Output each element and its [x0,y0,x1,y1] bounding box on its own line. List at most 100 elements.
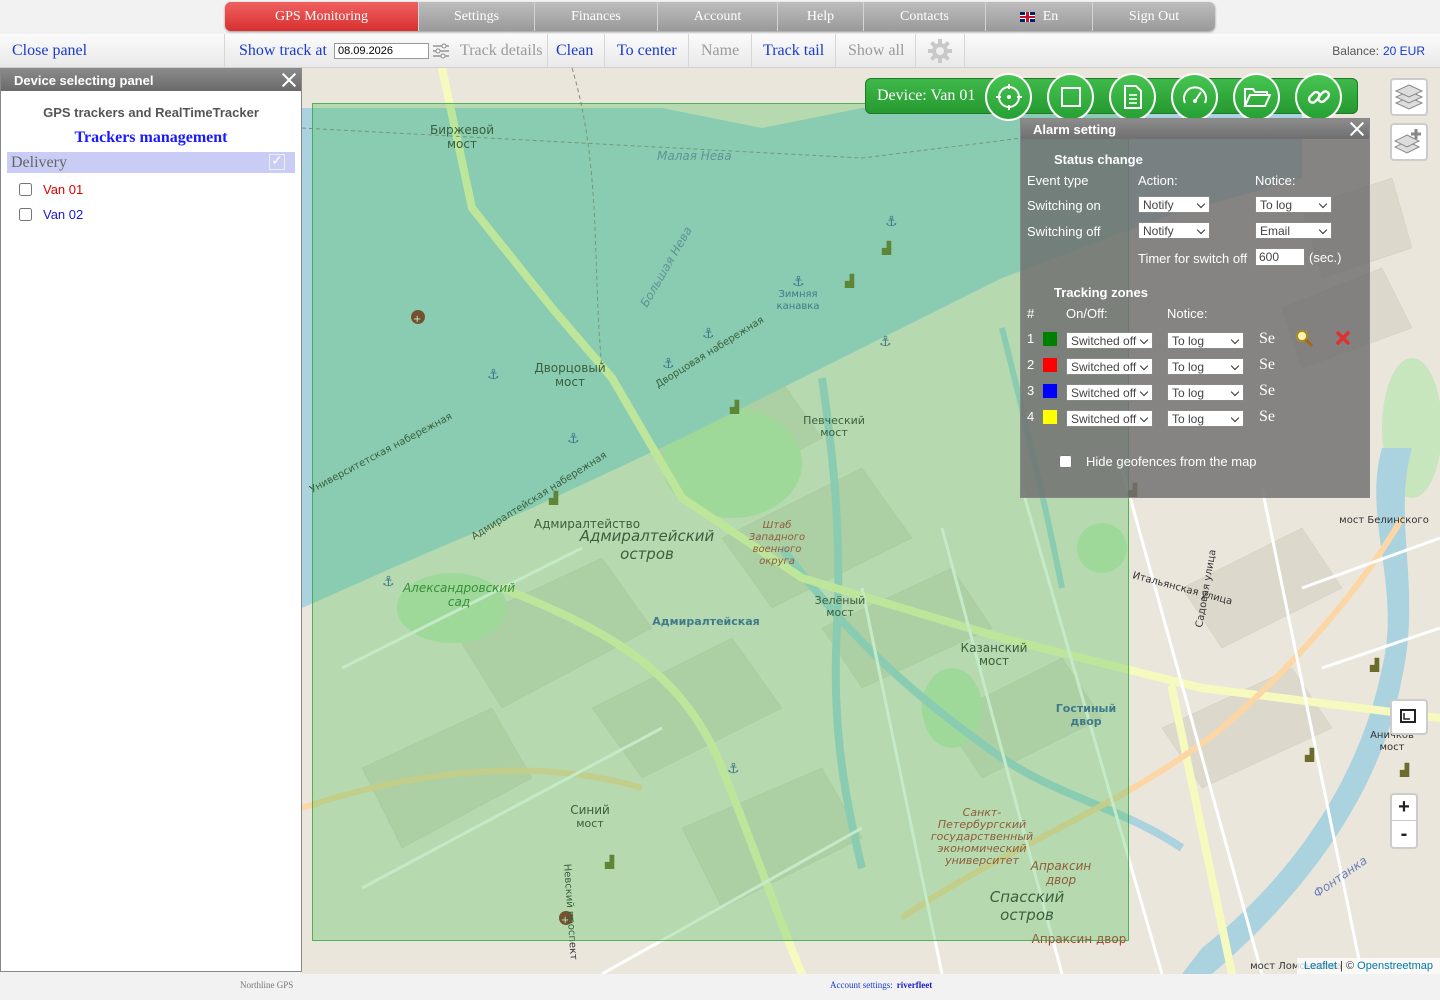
language-label: En [1042,8,1059,24]
zone-notice-select[interactable]: To log [1167,358,1244,375]
account-settings-label: Account settings: [830,980,893,990]
toolbar-divider [835,34,836,67]
top-menu: GPS Monitoring Settings Finances Account… [225,2,1215,31]
magnifier-icon[interactable] [1295,329,1314,350]
speedometer-icon[interactable] [1171,73,1219,121]
panel-header: Device selecting panel [1,69,301,91]
group-delivery[interactable]: Delivery ✓ [7,152,295,173]
zone-settings-link[interactable]: Se [1259,382,1275,400]
close-icon[interactable] [280,71,298,89]
zone-number: 3 [1027,383,1035,398]
toolbar-divider [964,34,965,67]
timer-input[interactable]: 600 [1255,248,1305,266]
hide-geofences-checkbox[interactable] [1059,455,1072,468]
device-toolbar: Device: Van 01 [865,73,1358,121]
show-track-at-link[interactable]: Show track at [239,34,429,67]
name-link[interactable]: Name [701,34,739,67]
group-name: Delivery [11,153,67,171]
zoom-out-button[interactable]: - [1392,821,1416,847]
add-layer-icon[interactable] [1390,123,1428,161]
map-label: мост [1380,742,1405,753]
trackers-management-link[interactable]: Trackers management [1,129,301,147]
fullscreen-icon[interactable] [1390,699,1428,735]
track-details-link[interactable]: Track details [460,34,543,67]
tracker-checkbox[interactable] [19,183,32,196]
link-icon[interactable] [1295,73,1342,121]
show-all-link[interactable]: Show all [848,34,904,67]
footer-brand: Northline GPS [240,980,294,990]
tracker-name[interactable]: Van 01 [43,182,83,197]
zoom-control: + - [1390,793,1418,849]
track-tail-link[interactable]: Track tail [763,34,824,67]
zone-state-select[interactable]: Switched off [1066,410,1153,427]
toolbar-divider [751,34,752,67]
account-settings: Account settings: riverfleet [830,980,932,990]
zone-state-select[interactable]: Switched off [1066,358,1153,375]
switching-on-action-select[interactable]: Notify [1138,196,1210,213]
zone-settings-link[interactable]: Se [1259,356,1275,374]
svg-text:▟: ▟ [1399,762,1410,777]
openstreetmap-link[interactable]: Openstreetmap [1357,960,1433,972]
footer: Northline GPS Account settings: riverflee… [0,974,1440,1000]
zones-onoff-header: On/Off: [1066,306,1108,321]
menu-contacts[interactable]: Contacts [864,2,986,31]
account-settings-value[interactable]: riverfleet [897,980,932,990]
zone-state-select[interactable]: Switched off [1066,332,1153,349]
switching-off-notice-select[interactable]: Email [1255,222,1332,239]
menu-finances[interactable]: Finances [535,2,658,31]
group-checkbox[interactable]: ✓ [269,154,285,170]
delete-icon[interactable] [1335,330,1351,349]
clean-link[interactable]: Clean [556,34,593,67]
timer-unit: (sec.) [1309,250,1342,265]
tracker-name[interactable]: Van 02 [43,207,83,222]
zones-notice-header: Notice: [1167,306,1208,321]
track-date-input[interactable] [333,42,429,59]
tracker-item[interactable]: Van 02 [1,202,301,227]
menu-gps-monitoring[interactable]: GPS Monitoring [225,2,419,31]
switching-off-label: Switching off [1027,224,1101,239]
switching-on-notice-select[interactable]: To log [1255,196,1332,213]
balance-value[interactable]: 20 EUR [1383,44,1425,58]
toolbar-divider [224,34,225,67]
menu-sign-out[interactable]: Sign Out [1093,2,1215,31]
zone-notice-select[interactable]: To log [1167,410,1244,427]
document-icon[interactable] [1109,73,1157,121]
zone-notice-select[interactable]: To log [1167,332,1244,349]
map[interactable]: ⚓⚓⚓⚓⚓⚓⚓⚓⚓ ▟▟▟▟▟▟▟▟▟ + + Биржевой мост Дв… [302,68,1440,974]
zone-state-select[interactable]: Switched off [1066,384,1153,401]
crosshair-icon[interactable] [985,73,1033,121]
leaflet-link[interactable]: Leaflet [1304,960,1337,972]
menu-settings[interactable]: Settings [419,2,535,31]
tracking-zones-heading: Tracking zones [1054,285,1148,300]
menu-account[interactable]: Account [658,2,778,31]
toolbar-divider [604,34,605,67]
square-icon[interactable] [1047,73,1095,121]
balance: Balance: 20 EUR [1332,34,1425,67]
gear-icon[interactable] [927,34,953,67]
close-panel-link[interactable]: Close panel [12,34,87,67]
action-header: Action: [1138,173,1178,188]
toolbar-divider [688,34,689,67]
show-track-at-label: Show track at [239,41,327,59]
menu-language[interactable]: En [986,2,1093,31]
zones-number-header: # [1027,306,1035,321]
attribution-separator: | © [1337,960,1358,972]
geofence-zone [312,103,1129,941]
menu-help[interactable]: Help [778,2,864,31]
track-settings-icon[interactable] [432,34,450,67]
hide-geofences-option[interactable]: Hide geofences from the map [1059,454,1257,469]
map-attribution: Leaflet | © Openstreetmap [1297,958,1440,974]
layers-icon[interactable] [1390,78,1428,116]
tracker-checkbox[interactable] [19,208,32,221]
close-icon[interactable] [1348,120,1366,138]
tracker-item[interactable]: Van 01 [1,177,301,202]
folder-icon[interactable] [1233,73,1281,121]
zone-settings-link[interactable]: Se [1259,408,1275,426]
zone-settings-link[interactable]: Se [1259,330,1275,348]
panel-title: Device selecting panel [14,72,154,88]
zoom-in-button[interactable]: + [1392,795,1416,821]
zone-notice-select[interactable]: To log [1167,384,1244,401]
to-center-link[interactable]: To center [617,34,677,67]
switching-off-action-select[interactable]: Notify [1138,222,1210,239]
zone-color-swatch [1043,332,1057,346]
